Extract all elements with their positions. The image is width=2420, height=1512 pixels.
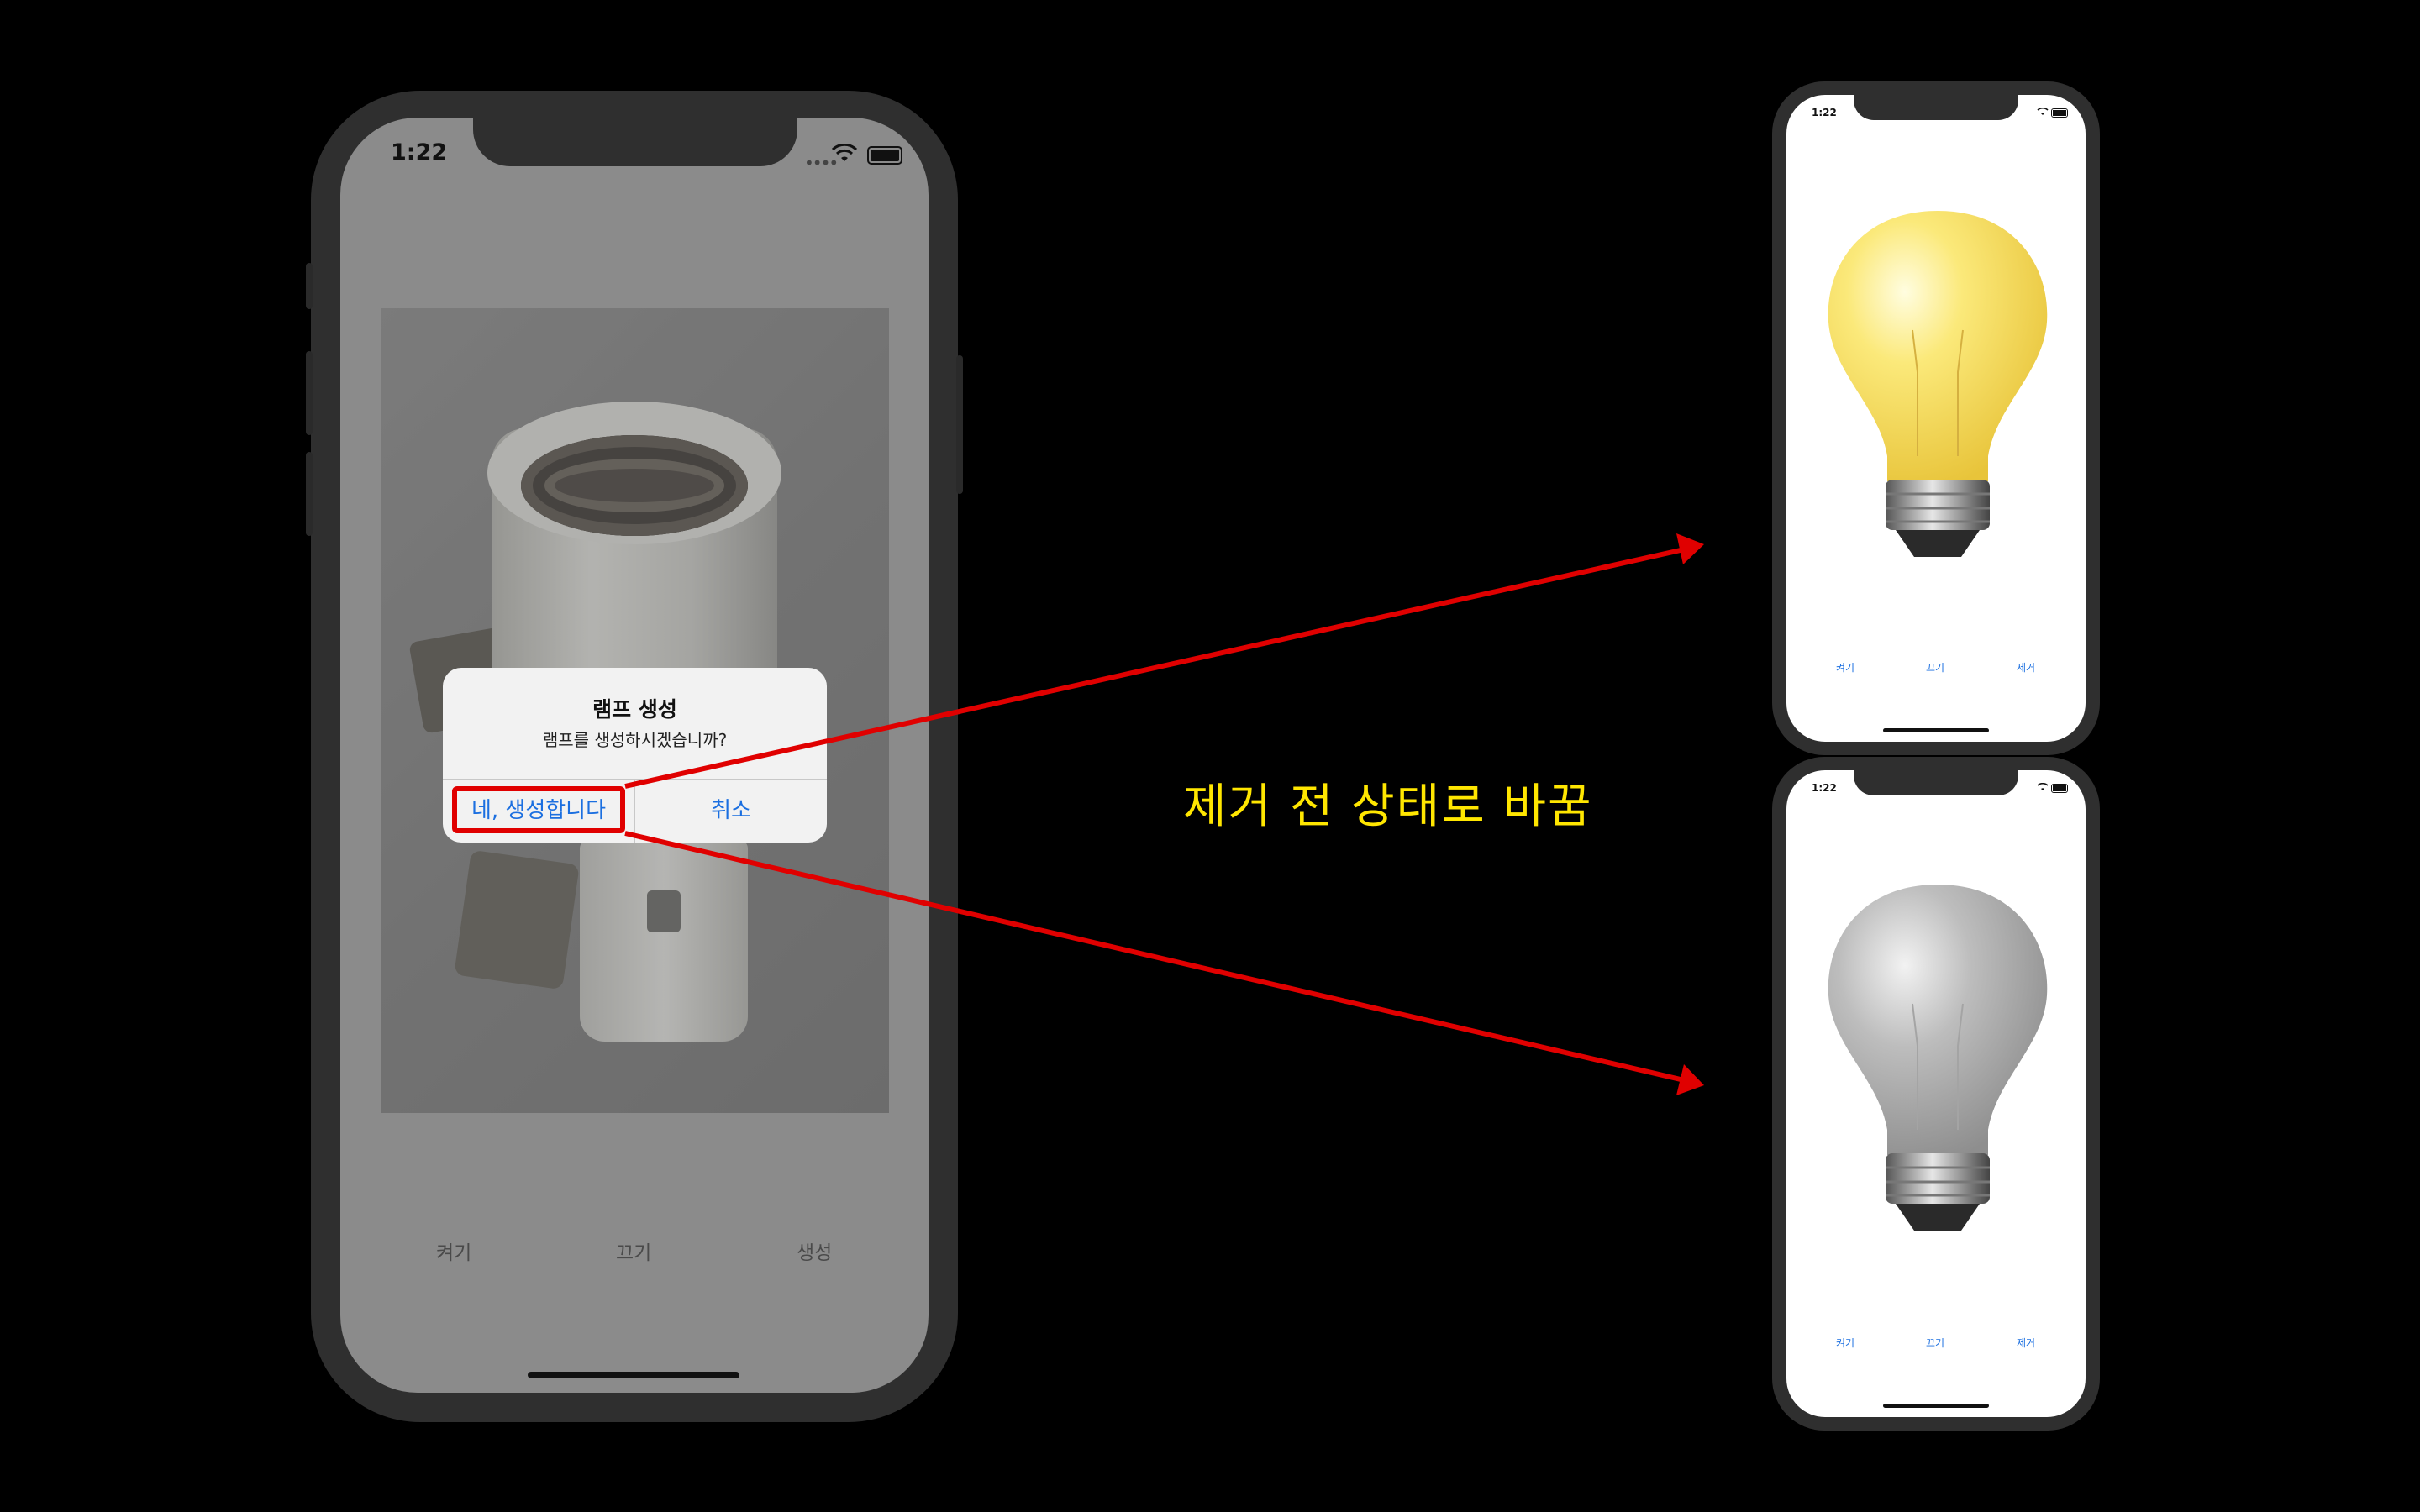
home-indicator	[1883, 728, 1989, 732]
result-phone-off-notch	[1854, 770, 2018, 795]
arrow-head-icon	[1676, 1064, 1704, 1095]
tab-turn-on[interactable]: 켜기	[1836, 1336, 1854, 1350]
tab-remove[interactable]: 제거	[2017, 660, 2035, 675]
arrow-head-icon	[1676, 533, 1704, 564]
result-phone-off-screen: 1:22 켜기 끄기 제거	[1786, 770, 2086, 1417]
lightbulb-off-icon	[1828, 885, 2048, 1231]
battery-icon	[2051, 108, 2068, 118]
tab-turn-on[interactable]: 켜기	[1836, 660, 1854, 675]
status-time: 1:22	[1812, 782, 1837, 794]
result-phone-on-notch	[1854, 95, 2018, 120]
tab-turn-off[interactable]: 끄기	[1926, 1336, 1944, 1350]
lightbulb-on-icon	[1828, 211, 2048, 557]
wifi-icon	[2037, 783, 2049, 790]
result-phone-on-screen: 1:22 켜기 끄기 제거	[1786, 95, 2086, 742]
status-time: 1:22	[1812, 107, 1837, 118]
caption-text: 제거 전 상태로 바꿈	[1183, 780, 1593, 834]
arrow-to-on-state	[624, 548, 1681, 789]
tab-turn-off[interactable]: 끄기	[1926, 660, 1944, 675]
home-indicator	[1883, 1404, 1989, 1408]
wifi-icon	[2037, 108, 2049, 115]
arrow-to-off-state	[624, 831, 1681, 1082]
battery-icon	[2051, 784, 2068, 793]
tab-remove[interactable]: 제거	[2017, 1336, 2035, 1350]
